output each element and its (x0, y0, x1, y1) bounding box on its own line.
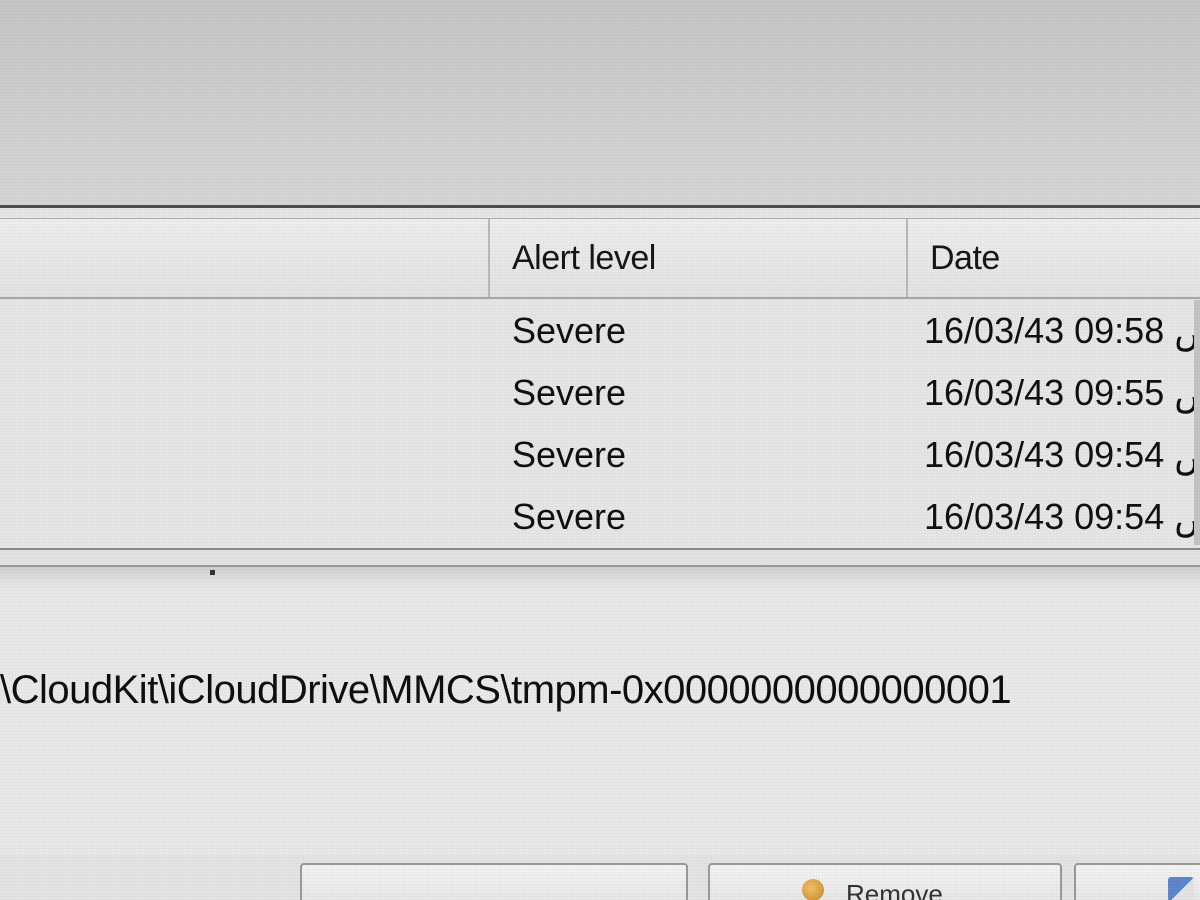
detail-file-path: \CloudKit\iCloudDrive\MMCS\tmpm-0x000000… (0, 668, 1012, 712)
window-top-area (0, 0, 1200, 205)
alert-level-cell: Severe (512, 372, 627, 413)
list-scrollbar[interactable] (1194, 300, 1200, 545)
table-row[interactable]: Severe 16/03/43 09:55 ص (0, 362, 1200, 424)
details-pane: \CloudKit\iCloudDrive\MMCS\tmpm-0x000000… (0, 588, 1200, 858)
windows-shield-icon (1168, 877, 1194, 900)
column-header-alert-level[interactable]: Alert level (488, 219, 906, 297)
splitter-grip[interactable] (210, 570, 215, 575)
date-cell: 16/03/43 09:55 ص (924, 372, 1200, 413)
column-header-date[interactable]: Date (906, 219, 1200, 297)
alert-level-cell: Severe (512, 310, 627, 351)
table-row[interactable]: Severe 16/03/43 09:54 ص (0, 424, 1200, 486)
remove-button[interactable]: Remove (708, 863, 1062, 900)
table-row[interactable]: Severe 16/03/43 09:54 ص (0, 486, 1200, 548)
table-row[interactable]: Severe 16/03/43 09:58 ص (0, 300, 1200, 362)
alert-level-cell: Severe (512, 496, 627, 537)
secondary-action-button[interactable] (1074, 863, 1200, 900)
list-header: Alert level Date (0, 218, 1200, 299)
screen: Alert level Date Severe 16/03/43 09:58 ص… (0, 0, 1200, 900)
date-cell: 16/03/43 09:54 ص (924, 434, 1200, 475)
shield-icon (802, 879, 824, 900)
date-cell: 16/03/43 09:58 ص (924, 310, 1200, 351)
date-cell: 16/03/43 09:54 ص (924, 496, 1200, 537)
alert-level-cell: Severe (512, 434, 627, 475)
column-header-name[interactable] (0, 219, 488, 297)
remove-button-label: Remove (846, 879, 943, 900)
action-button[interactable] (300, 863, 688, 900)
button-bar: Remove (0, 855, 1200, 900)
alerts-list[interactable]: Alert level Date Severe 16/03/43 09:58 ص… (0, 208, 1200, 550)
pane-splitter[interactable] (0, 565, 1200, 589)
list-body: Severe 16/03/43 09:58 ص Severe 16/03/43 … (0, 300, 1200, 545)
